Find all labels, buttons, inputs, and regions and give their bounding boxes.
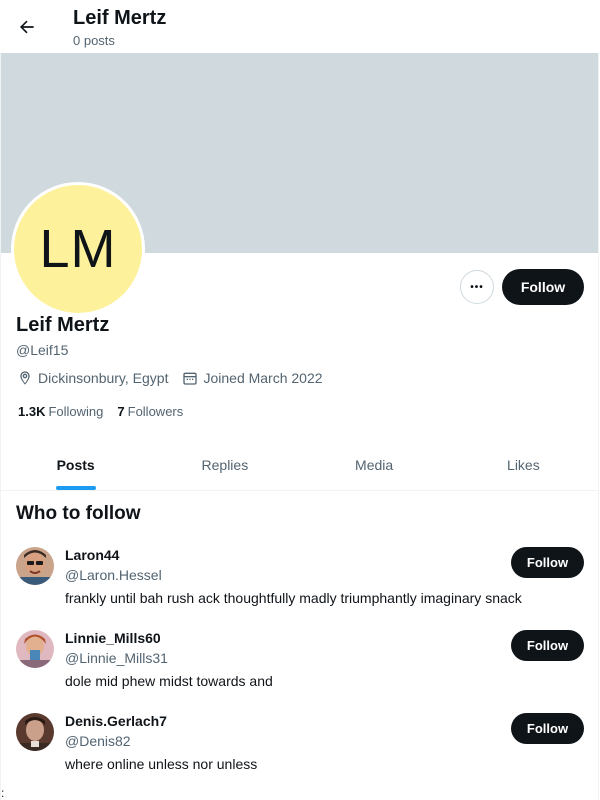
suggestion-handle: @Linnie_Mills31 <box>65 650 168 666</box>
following-count: 1.3K <box>18 404 46 419</box>
profile-avatar[interactable]: LM <box>11 182 145 316</box>
suggestion-bio: frankly until bah rush ack thoughtfully … <box>65 590 522 606</box>
user-photo-icon <box>16 630 54 668</box>
suggestion-follow-button[interactable]: Follow <box>511 713 584 744</box>
back-button[interactable] <box>10 10 44 44</box>
suggestion-bio: dole mid phew midst towards and <box>65 673 273 689</box>
tab-posts[interactable]: Posts <box>1 440 150 490</box>
suggestion-handle: @Denis82 <box>65 733 131 749</box>
profile-handle: @Leif15 <box>16 342 69 358</box>
profile-name: Leif Mertz <box>16 314 110 336</box>
footer-glyph: : <box>1 786 5 800</box>
followers-label: Followers <box>127 404 184 419</box>
tab-replies[interactable]: Replies <box>150 440 299 490</box>
suggestion-avatar[interactable] <box>16 630 54 668</box>
suggestion-name[interactable]: Linnie_Mills60 <box>65 630 161 646</box>
arrow-left-icon <box>19 20 34 34</box>
suggestion-avatar[interactable] <box>16 713 54 751</box>
location-text: Dickinsonbury, Egypt <box>38 370 169 386</box>
following-link[interactable]: 1.3K Following <box>18 404 103 419</box>
post-count: 0 posts <box>73 33 115 48</box>
joined-text: Joined March 2022 <box>203 370 323 386</box>
suggestion-follow-button[interactable]: Follow <box>511 547 584 578</box>
profile-stats: 1.3K Following 7 Followers <box>18 404 183 419</box>
location-pin-icon <box>20 371 30 385</box>
profile-tabs: Posts Replies Media Likes <box>1 440 598 491</box>
location-item: Dickinsonbury, Egypt <box>17 370 168 386</box>
suggestion-handle: @Laron.Hessel <box>65 567 162 583</box>
user-photo-icon <box>16 713 54 751</box>
suggestion-name[interactable]: Denis.Gerlach7 <box>65 713 167 729</box>
avatar-initials: LM <box>14 185 142 313</box>
tab-media[interactable]: Media <box>300 440 449 490</box>
tab-likes[interactable]: Likes <box>449 440 598 490</box>
more-icon: ••• <box>470 281 484 293</box>
follow-button[interactable]: Follow <box>502 269 584 305</box>
profile-meta: Dickinsonbury, Egypt Joined March 2022 <box>17 370 323 386</box>
suggestion-item[interactable]: Denis.Gerlach7 @Denis82 where online unl… <box>0 713 598 796</box>
header-title: Leif Mertz <box>73 7 167 29</box>
user-photo-icon <box>16 547 54 585</box>
suggestion-avatar[interactable] <box>16 547 54 585</box>
followers-count: 7 <box>117 404 125 419</box>
calendar-icon <box>183 372 198 385</box>
suggestion-bio: where online unless nor unless <box>65 756 258 772</box>
joined-item: Joined March 2022 <box>182 370 323 386</box>
more-options-button[interactable]: ••• <box>460 270 494 304</box>
followers-link[interactable]: 7 Followers <box>117 404 183 419</box>
who-to-follow-title: Who to follow <box>16 503 141 524</box>
top-bar: Leif Mertz 0 posts <box>0 0 599 53</box>
suggestion-follow-button[interactable]: Follow <box>511 630 584 661</box>
suggestion-item[interactable]: Laron44 @Laron.Hessel frankly until bah … <box>0 547 598 630</box>
suggestion-item[interactable]: Linnie_Mills60 @Linnie_Mills31 dole mid … <box>0 630 598 713</box>
suggestion-name[interactable]: Laron44 <box>65 547 119 563</box>
following-label: Following <box>48 404 104 419</box>
